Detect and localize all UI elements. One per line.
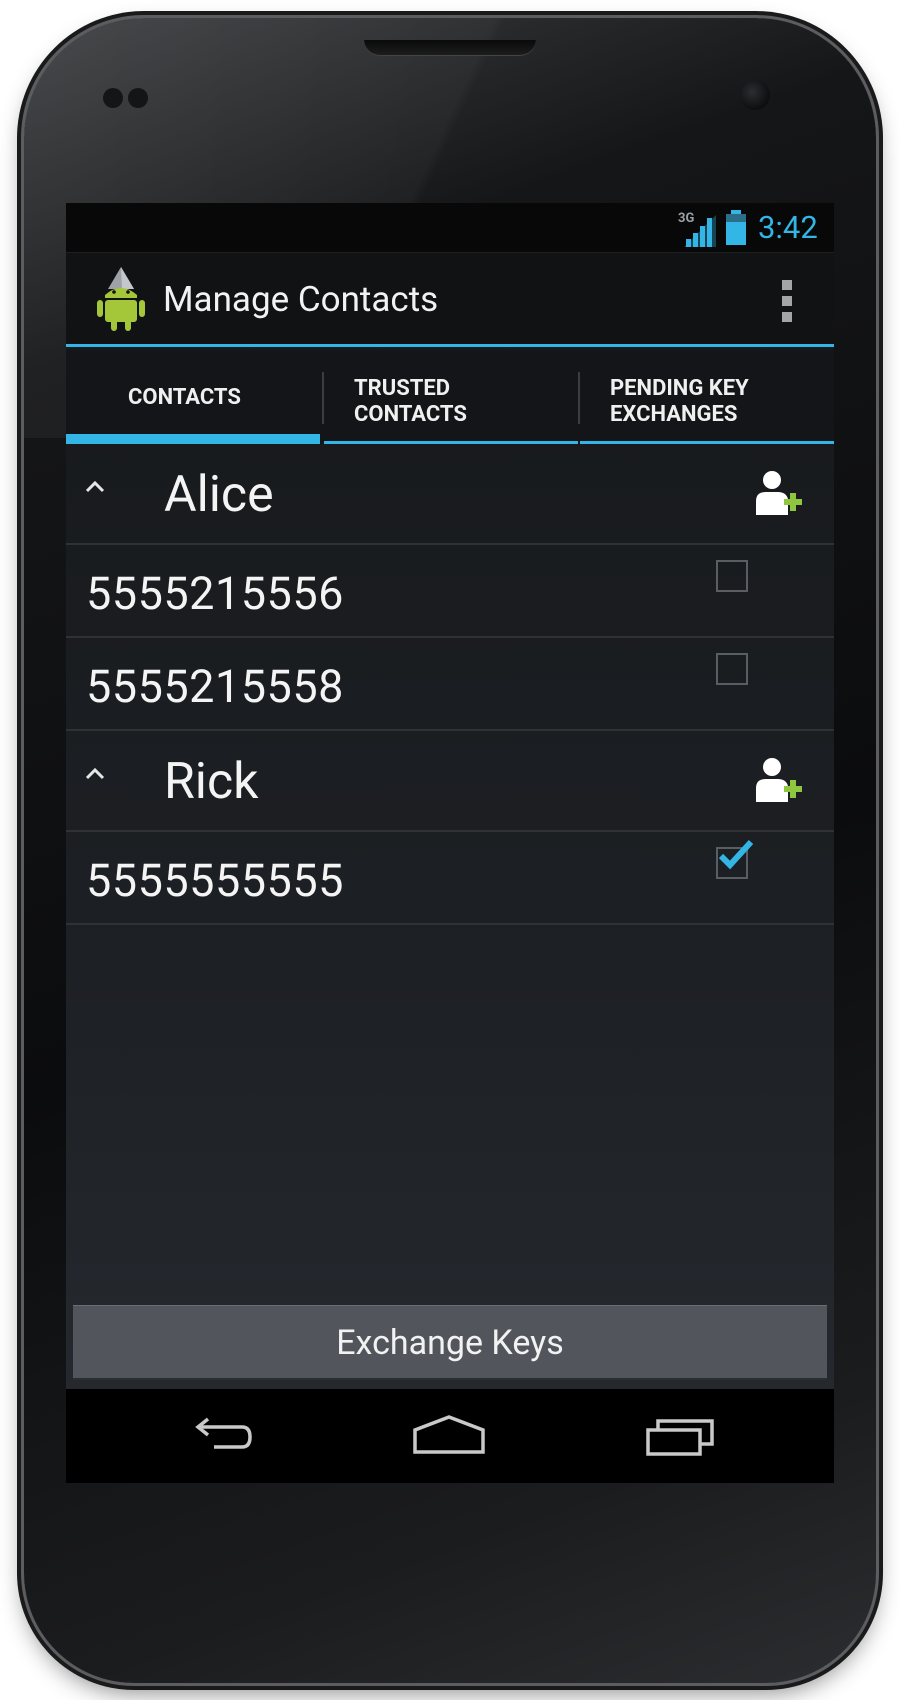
chevron-up-icon[interactable]	[84, 478, 106, 494]
tab-contacts[interactable]: CONTACTS	[66, 350, 322, 444]
phone-row[interactable]: 5555215558	[66, 638, 834, 731]
phone-number: 5555215556	[86, 567, 344, 620]
contact-group-alice[interactable]: Alice	[66, 444, 834, 545]
select-checkbox[interactable]	[716, 560, 748, 592]
navigation-bar	[66, 1389, 834, 1483]
earpiece-speaker	[364, 40, 536, 56]
add-contact-icon[interactable]	[754, 469, 804, 519]
home-icon[interactable]	[411, 1414, 487, 1456]
contact-list: Alice 5555215556 5555215558 Rick 5555555…	[66, 444, 834, 925]
select-checkbox[interactable]	[716, 653, 748, 685]
android-wizard-icon[interactable]	[96, 267, 146, 331]
tab-label: CONTACTS	[128, 385, 241, 410]
chevron-up-icon[interactable]	[84, 765, 106, 781]
screen: 3G 3:42 Manage Contacts CONTACTS TRUSTED…	[66, 203, 834, 1483]
page-title: Manage Contacts	[163, 279, 439, 320]
phone-row[interactable]: 5555215556	[66, 545, 834, 638]
phone-number: 5555555555	[86, 854, 344, 907]
proximity-sensor	[103, 88, 123, 108]
recent-apps-icon[interactable]	[644, 1416, 716, 1456]
tab-bar: CONTACTS TRUSTED CONTACTS PENDING KEY EX…	[66, 350, 834, 444]
exchange-keys-button[interactable]: Exchange Keys	[73, 1305, 827, 1380]
tab-indicator	[66, 434, 320, 444]
tab-label: TRUSTED CONTACTS	[354, 376, 467, 427]
contact-group-rick[interactable]: Rick	[66, 731, 834, 832]
back-icon[interactable]	[184, 1417, 256, 1457]
tab-trusted-contacts[interactable]: TRUSTED CONTACTS	[324, 350, 580, 444]
status-bar: 3G 3:42	[66, 203, 834, 253]
signal-strength-icon	[684, 215, 716, 247]
add-contact-icon[interactable]	[754, 756, 804, 806]
tab-pending-key-exchanges[interactable]: PENDING KEY EXCHANGES	[580, 350, 834, 444]
light-sensor	[128, 88, 148, 108]
contact-name: Rick	[164, 753, 259, 811]
checkmark-icon	[718, 839, 754, 870]
tab-label: PENDING KEY EXCHANGES	[610, 376, 749, 427]
contact-name: Alice	[164, 466, 274, 524]
battery-icon	[726, 210, 746, 245]
status-clock: 3:42	[758, 209, 818, 246]
overflow-menu-icon[interactable]	[776, 275, 798, 327]
action-bar: Manage Contacts	[66, 253, 834, 347]
phone-row[interactable]: 5555555555	[66, 832, 834, 925]
front-camera	[740, 80, 770, 110]
phone-number: 5555215558	[86, 660, 344, 713]
select-checkbox-checked[interactable]	[716, 839, 754, 879]
